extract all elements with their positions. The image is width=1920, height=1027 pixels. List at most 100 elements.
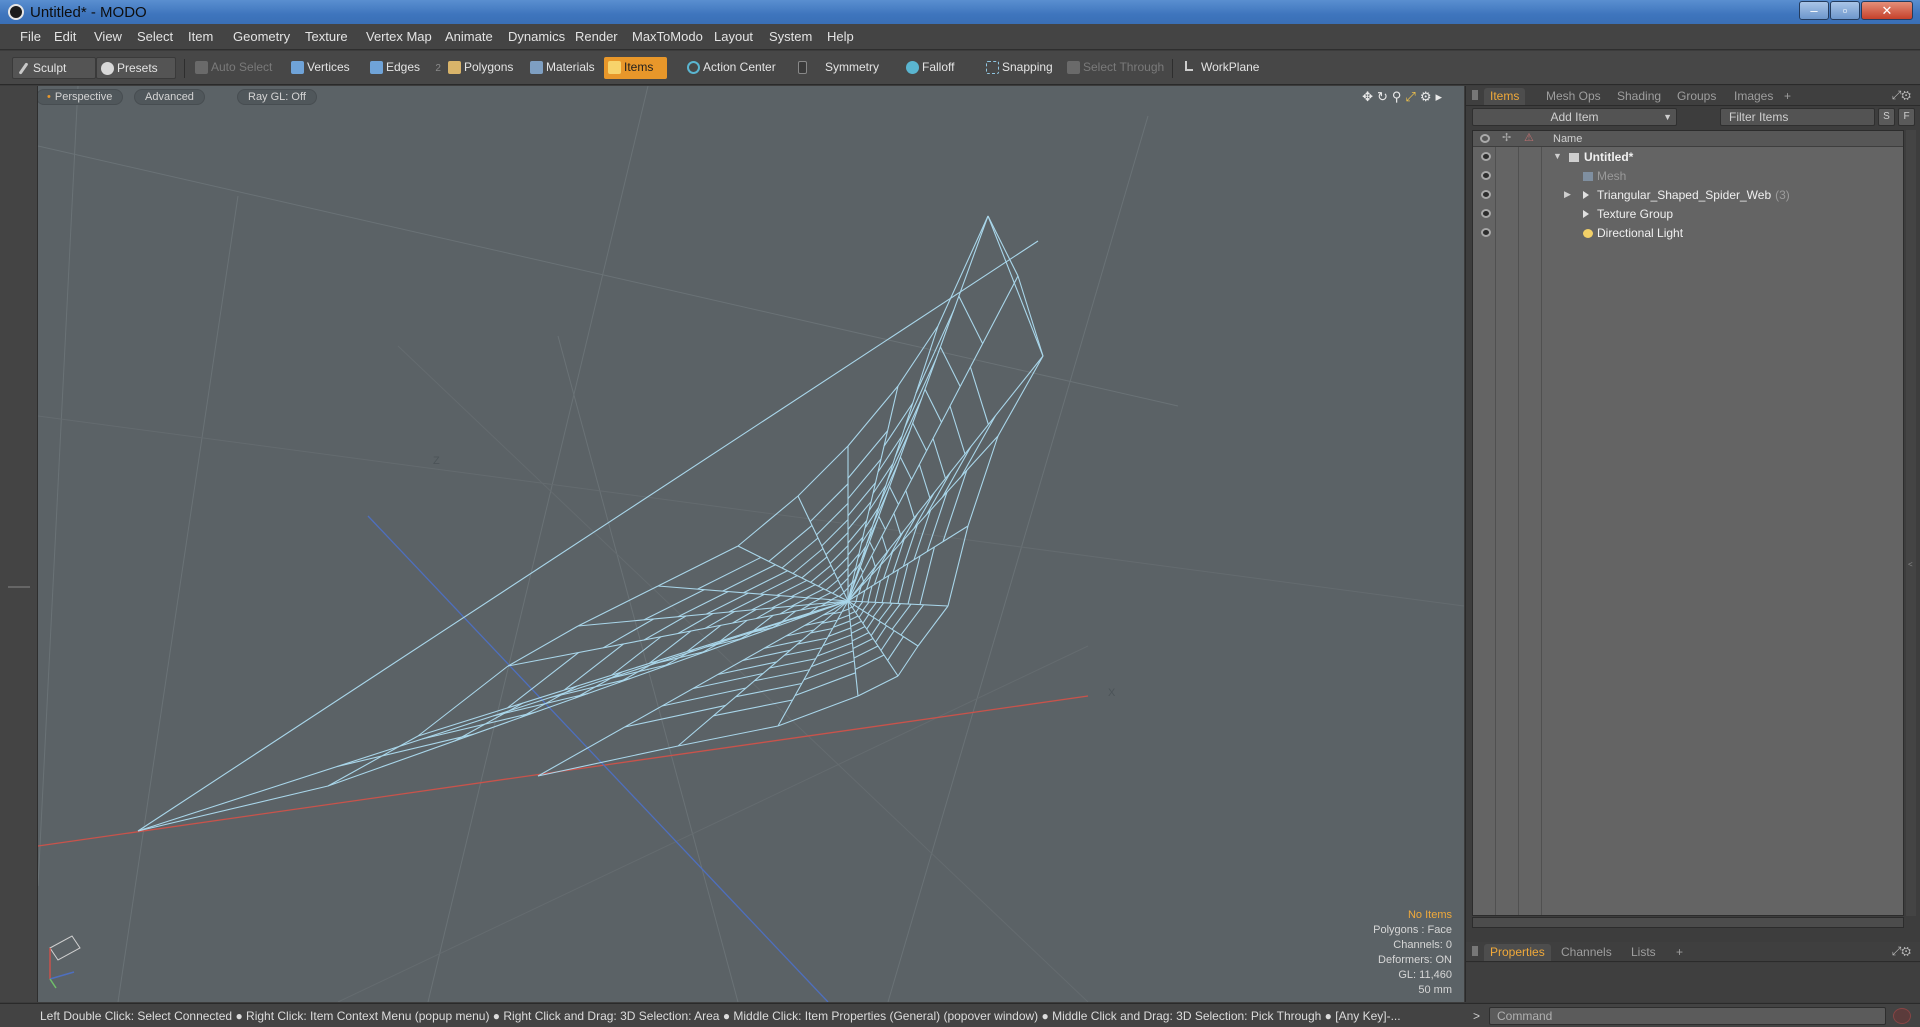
visibility-eye-icon[interactable] xyxy=(1481,228,1491,237)
zoom-view-icon[interactable]: ⚲ xyxy=(1392,89,1406,104)
symmetry-button[interactable]: Symmetry xyxy=(794,57,879,79)
close-button[interactable]: ✕ xyxy=(1861,1,1913,20)
visibility-column-icon[interactable] xyxy=(1480,134,1490,143)
menu-select[interactable]: Select xyxy=(137,29,173,44)
viewport-scene: Z X xyxy=(38,86,1464,1002)
tab-images[interactable]: Images xyxy=(1734,88,1773,105)
edges-button[interactable]: Edges 2 xyxy=(366,57,441,79)
3d-viewport[interactable]: Z X • Perspective Advanced Ray GL: Off ✥↻… xyxy=(38,86,1464,1002)
add-item-dropdown[interactable]: Add Item ▼ xyxy=(1472,108,1677,126)
menu-maxtomodo[interactable]: MaxToModo xyxy=(632,29,703,44)
select-through-button[interactable]: Select Through xyxy=(1063,57,1164,79)
items-add-row: Add Item ▼ Filter Items S F xyxy=(1472,108,1916,127)
tab-groups[interactable]: Groups xyxy=(1677,88,1716,105)
menu-bar: File Edit View Select Item Geometry Text… xyxy=(0,24,1920,50)
visibility-eye-icon[interactable] xyxy=(1481,209,1491,218)
action-center-button[interactable]: Action Center xyxy=(683,57,776,79)
materials-button[interactable]: Materials xyxy=(526,57,595,79)
move-view-icon[interactable]: ✥ xyxy=(1362,89,1377,104)
menu-edit[interactable]: Edit xyxy=(54,29,76,44)
tab-shading[interactable]: Shading xyxy=(1617,88,1661,105)
tab-properties[interactable]: Properties xyxy=(1484,944,1551,961)
menu-layout[interactable]: Layout xyxy=(714,29,753,44)
command-history-icon[interactable] xyxy=(1893,1008,1911,1024)
viewport-info-overlay: No Items Polygons : Face Channels: 0 Def… xyxy=(1373,908,1452,998)
auto-select-button[interactable]: Auto Select xyxy=(191,57,272,79)
workplane-button[interactable]: WorkPlane xyxy=(1181,57,1259,79)
menu-dynamics[interactable]: Dynamics xyxy=(508,29,565,44)
falloff-button[interactable]: Falloff xyxy=(902,57,954,79)
filter-s-button[interactable]: S xyxy=(1878,108,1895,126)
settings-icon[interactable]: ⚙ xyxy=(1420,89,1436,104)
menu-system[interactable]: System xyxy=(769,29,812,44)
minimize-button[interactable]: – xyxy=(1799,1,1829,20)
sculpt-button[interactable]: Sculpt xyxy=(12,57,96,79)
vertices-button[interactable]: Vertices xyxy=(287,57,350,79)
strip-handle[interactable] xyxy=(8,586,30,588)
tab-items[interactable]: Items xyxy=(1484,88,1526,105)
scene-icon xyxy=(1569,153,1579,162)
menu-item[interactable]: Item xyxy=(188,29,213,44)
selection-info: No Items xyxy=(1407,909,1452,921)
tree-row-spider-web[interactable]: ▶ Triangular_Shaped_Spider_Web (3) xyxy=(1473,186,1903,205)
presets-button[interactable]: Presets xyxy=(96,57,176,79)
tree-row-mesh[interactable]: Mesh xyxy=(1473,167,1903,186)
menu-vertex-map[interactable]: Vertex Map xyxy=(366,29,432,44)
item-list-scrollbar[interactable]: < xyxy=(1906,130,1916,916)
menu-view[interactable]: View xyxy=(94,29,122,44)
lock-column-icon[interactable]: ✢ xyxy=(1502,131,1511,144)
tab-channels[interactable]: Channels xyxy=(1561,944,1612,961)
name-column-header[interactable]: Name xyxy=(1553,133,1582,145)
column-divider xyxy=(1518,131,1519,915)
expand-arrow-icon[interactable]: ▶ xyxy=(1564,189,1571,200)
add-tab-button[interactable]: + xyxy=(1784,88,1791,105)
maximize-button[interactable]: ▫ xyxy=(1830,1,1860,20)
menu-render[interactable]: Render xyxy=(575,29,618,44)
add-tab-button[interactable]: + xyxy=(1676,944,1683,961)
snapping-button[interactable]: Snapping xyxy=(982,57,1053,79)
panel-options-icon[interactable]: ⤢⚙ xyxy=(1892,88,1911,103)
items-tabbar: Items Mesh Ops Shading Groups Images + ⤢… xyxy=(1466,86,1920,106)
chevron-down-icon: ▼ xyxy=(1663,112,1672,122)
materials-label: Materials xyxy=(546,60,595,74)
menu-geometry[interactable]: Geometry xyxy=(233,29,290,44)
items-mode-button[interactable]: Items xyxy=(604,57,668,79)
gl-info: GL: 11,460 xyxy=(1398,969,1452,981)
menu-file[interactable]: File xyxy=(20,29,41,44)
command-input[interactable]: Command xyxy=(1489,1007,1886,1025)
view-perspective-tab[interactable]: • Perspective xyxy=(38,89,124,105)
filter-items-input[interactable]: Filter Items xyxy=(1720,108,1875,126)
auto-select-label: Auto Select xyxy=(211,60,273,74)
menu-texture[interactable]: Texture xyxy=(305,29,348,44)
symmetry-label: Symmetry xyxy=(825,60,879,74)
menu-help[interactable]: Help xyxy=(827,29,854,44)
collapse-arrow-icon[interactable]: ▼ xyxy=(1553,151,1562,161)
view-advanced-tab[interactable]: Advanced xyxy=(134,89,205,105)
falloff-icon xyxy=(906,61,919,74)
more-icon[interactable]: ▸ xyxy=(1435,89,1446,104)
panel-grip-icon xyxy=(1472,90,1478,100)
visibility-eye-icon[interactable] xyxy=(1481,190,1491,199)
item-list-hscrollbar[interactable] xyxy=(1472,917,1904,928)
render-column-icon[interactable]: ⚠ xyxy=(1524,131,1534,144)
scroll-handle-icon[interactable]: < xyxy=(1908,560,1913,569)
snapping-icon xyxy=(986,61,999,74)
filter-f-button[interactable]: F xyxy=(1898,108,1915,126)
tree-row-directional-light[interactable]: Directional Light xyxy=(1473,224,1903,243)
action-center-icon xyxy=(687,61,700,74)
raygl-toggle[interactable]: Ray GL: Off xyxy=(237,89,317,105)
tree-row-texture-group[interactable]: Texture Group xyxy=(1473,205,1903,224)
view-perspective-label: Perspective xyxy=(54,91,113,103)
menu-animate[interactable]: Animate xyxy=(445,29,493,44)
item-list: ✢ ⚠ Name ▼ Untitled* Mesh ▶ Triangular_S… xyxy=(1472,130,1904,916)
rotate-view-icon[interactable]: ↻ xyxy=(1377,89,1392,104)
polygons-button[interactable]: Polygons xyxy=(444,57,513,79)
tree-row-scene[interactable]: ▼ Untitled* xyxy=(1473,148,1903,167)
visibility-eye-icon[interactable] xyxy=(1481,171,1491,180)
maximize-view-icon[interactable]: ⤢ xyxy=(1405,89,1419,104)
tab-mesh-ops[interactable]: Mesh Ops xyxy=(1546,88,1601,105)
visibility-eye-icon[interactable] xyxy=(1481,152,1491,161)
falloff-label: Falloff xyxy=(922,60,955,74)
tab-lists[interactable]: Lists xyxy=(1631,944,1656,961)
panel-options-icon[interactable]: ⤢⚙ xyxy=(1892,944,1911,959)
